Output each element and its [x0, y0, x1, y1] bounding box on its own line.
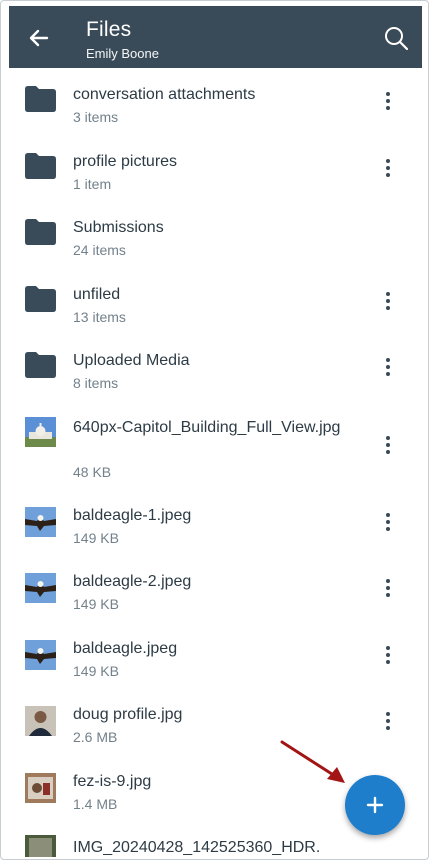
eagle-image-thumbnail	[25, 639, 56, 670]
top-app-bar: Files Emily Boone	[9, 6, 422, 68]
item-name: Submissions	[73, 219, 164, 236]
more-options-button[interactable]	[382, 355, 394, 379]
annotation-arrow-icon	[280, 740, 345, 783]
more-options-button[interactable]	[382, 289, 394, 313]
list-item[interactable]: baldeagle-1.jpeg 149 KB	[9, 489, 422, 556]
item-meta: 149 KB	[73, 662, 119, 679]
list-item[interactable]: Submissions 24 items	[9, 201, 422, 268]
capitol-image-thumbnail	[25, 416, 56, 447]
page-subtitle: Emily Boone	[86, 46, 159, 61]
more-options-button[interactable]	[382, 433, 394, 457]
more-options-button[interactable]	[382, 709, 394, 733]
item-name: conversation attachments	[73, 86, 256, 103]
item-name: IMG_20240428_142525360_HDR.	[73, 839, 321, 856]
list-item[interactable]: doug profile.jpg 2.6 MB	[9, 688, 422, 755]
file-list: conversation attachments 3 items profile…	[9, 68, 422, 859]
search-icon	[385, 27, 409, 51]
more-options-button[interactable]	[382, 643, 394, 667]
eagle-image-thumbnail	[25, 573, 56, 604]
item-meta: 149 KB	[73, 529, 119, 546]
more-options-button[interactable]	[382, 576, 394, 600]
item-name: baldeagle.jpeg	[73, 639, 178, 657]
arrow-left-icon	[29, 29, 49, 47]
plus-icon	[366, 796, 384, 814]
item-meta: 2.6 MB	[73, 729, 118, 745]
item-name: baldeagle-1.jpeg	[73, 506, 192, 524]
item-name: Uploaded Media	[73, 352, 190, 369]
profile-photo-thumbnail	[25, 706, 56, 737]
item-meta: 1.4 MB	[73, 795, 118, 812]
item-name: doug profile.jpg	[73, 706, 183, 723]
photo-thumbnail	[25, 772, 56, 803]
folder-icon	[25, 86, 56, 116]
back-button[interactable]	[25, 24, 53, 52]
files-screen: Files Emily Boone conversation attachmen…	[0, 0, 429, 860]
item-meta: 3 items	[73, 109, 119, 125]
list-item[interactable]: 640px-Capitol_Building_Full_View.jpg 48 …	[9, 401, 422, 489]
more-options-button[interactable]	[382, 510, 394, 534]
list-item[interactable]: Uploaded Media 8 items	[9, 334, 422, 401]
list-item[interactable]: baldeagle-2.jpeg 149 KB	[9, 555, 422, 622]
eagle-image-thumbnail	[25, 506, 56, 537]
folder-icon	[25, 285, 56, 316]
add-file-button[interactable]	[345, 775, 405, 835]
item-meta: 24 items	[73, 242, 126, 258]
photo-thumbnail	[25, 835, 56, 857]
more-options-button[interactable]	[382, 89, 394, 113]
item-meta: 8 items	[73, 375, 119, 391]
more-options-button[interactable]	[382, 156, 394, 180]
item-name: profile pictures	[73, 152, 178, 170]
list-item[interactable]: baldeagle.jpeg 149 KB	[9, 622, 422, 689]
search-button[interactable]	[382, 24, 410, 52]
folder-icon	[25, 352, 56, 382]
item-meta: 1 item	[73, 175, 112, 192]
item-meta: 48 KB	[73, 463, 112, 480]
page-title: Files	[86, 18, 132, 41]
item-name: baldeagle-2.jpeg	[73, 573, 192, 590]
item-meta: 149 KB	[73, 596, 119, 612]
item-name: 640px-Capitol_Building_Full_View.jpg	[73, 418, 341, 436]
list-item[interactable]: unfiled 13 items	[9, 268, 422, 335]
item-name: unfiled	[73, 285, 121, 303]
item-meta: 13 items	[73, 308, 126, 325]
list-item[interactable]: conversation attachments 3 items	[9, 68, 422, 135]
folder-icon	[25, 219, 56, 249]
list-item[interactable]: profile pictures 1 item	[9, 135, 422, 202]
folder-icon	[25, 152, 56, 183]
